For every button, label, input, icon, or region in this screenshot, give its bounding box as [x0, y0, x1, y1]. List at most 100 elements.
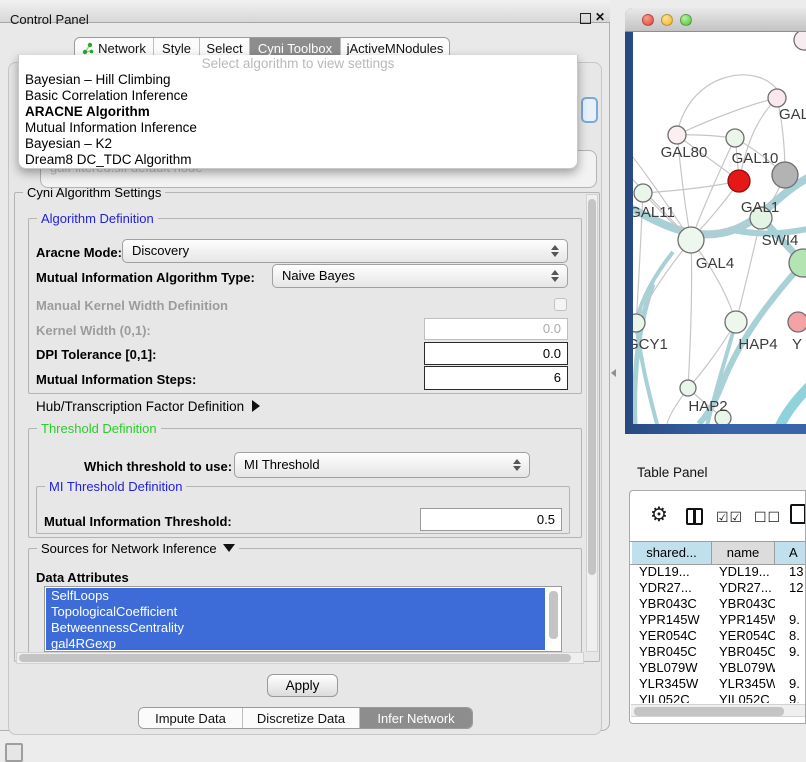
control-panel-title: Control Panel	[10, 11, 89, 28]
attribute-item[interactable]: SelfLoops	[46, 588, 545, 604]
bottom-tabbar: Impute Data Discretize Data Infer Networ…	[138, 707, 473, 729]
minimize-traffic-light[interactable]	[661, 14, 673, 26]
table-row[interactable]: YPR145WYPR145W9.	[632, 612, 806, 628]
mi-steps-field[interactable]: 6	[424, 366, 568, 390]
data-attributes-label: Data Attributes	[36, 570, 129, 585]
column-header-name[interactable]: name	[712, 542, 775, 564]
close-icon[interactable]: ✕	[595, 10, 605, 24]
expander-down-icon	[223, 544, 235, 552]
tab-infer-network[interactable]: Infer Network	[360, 708, 472, 728]
settings-vertical-scrollbar[interactable]	[586, 194, 598, 652]
algorithm-option[interactable]: Dream8 DC_TDC Algorithm	[19, 152, 577, 168]
table-horizontal-scrollbar[interactable]	[631, 704, 806, 717]
node-gal4[interactable]	[678, 227, 704, 253]
focused-stepper-fragment[interactable]	[581, 97, 598, 123]
column-header-partial[interactable]: A	[775, 542, 806, 564]
node-gal1-red[interactable]	[728, 170, 750, 192]
algorithm-option-aracne[interactable]: ARACNE Algorithm	[19, 104, 577, 120]
label-gal80: GAL80	[661, 144, 708, 161]
network-graph: GAL GAL80 GAL10 GAL1 GAL11 SWI4 GAL4 GCY…	[633, 32, 806, 424]
table-panel-title: Table Panel	[637, 465, 708, 480]
mi-threshold-field[interactable]: 0.5	[420, 508, 562, 531]
label-gal10: GAL10	[732, 150, 779, 167]
popup-placeholder: Select algorithm to view settings	[19, 55, 577, 72]
node-partial-top[interactable]	[794, 32, 806, 50]
list-scrollbar-thumb[interactable]	[549, 591, 558, 639]
label-hap2: HAP2	[688, 398, 727, 415]
kernel-width-label: Kernel Width (0,1):	[36, 323, 151, 338]
page-icon[interactable]	[790, 504, 806, 524]
table-row[interactable]: YBR045CYBR045C9.	[632, 644, 806, 660]
control-panel-titlebar[interactable]	[0, 0, 610, 23]
table-header: shared... name A	[630, 541, 806, 565]
tab-impute-data[interactable]: Impute Data	[139, 708, 243, 728]
node-gal11[interactable]	[634, 184, 652, 202]
desktop: { "colors": { "accent_blue": "#2121DE", …	[0, 0, 806, 762]
hub-expander[interactable]: Hub/Transcription Factor Definition	[36, 399, 260, 414]
gear-icon[interactable]: ⚙	[650, 505, 668, 525]
minimized-panel-icon[interactable]	[5, 743, 23, 762]
node-gal80[interactable]	[668, 126, 686, 144]
which-threshold-combo[interactable]: MI Threshold	[234, 452, 530, 478]
column-header-shared[interactable]: shared...	[632, 542, 712, 564]
node-pink-right[interactable]	[788, 312, 806, 332]
table-panel: ⚙ ☑☑ ☐☐ shared... name A YDL19...YDL19..…	[629, 490, 806, 724]
mi-steps-label: Mutual Information Steps:	[36, 372, 196, 387]
dpi-tolerance-label: DPI Tolerance [0,1]:	[36, 347, 156, 362]
group-title: Threshold Definition	[37, 421, 161, 436]
table-scrollbar-thumb[interactable]	[634, 707, 784, 716]
table-row[interactable]: YER054CYER054C8.	[632, 628, 806, 644]
table-row[interactable]: YBR043CYBR043C	[632, 596, 806, 612]
label-swi4: SWI4	[762, 232, 799, 249]
node-hap4[interactable]	[725, 311, 747, 333]
attribute-item[interactable]: gal4RGexp	[46, 636, 545, 652]
sources-title[interactable]: Sources for Network Inference	[37, 541, 239, 556]
group-title: Algorithm Definition	[37, 211, 158, 226]
table-row-partial[interactable]: YIL052CYIL052C9.	[632, 692, 806, 703]
manual-kernel-checkbox[interactable]	[554, 298, 567, 311]
which-threshold-label: Which threshold to use:	[84, 459, 232, 474]
node-gal10[interactable]	[726, 129, 744, 147]
mi-type-value: Naive Bayes	[282, 265, 355, 287]
settings-horizontal-scrollbar[interactable]	[16, 652, 584, 664]
zoom-traffic-light[interactable]	[680, 14, 692, 26]
data-attributes-list[interactable]: SelfLoops TopologicalCoefficient Between…	[44, 586, 562, 652]
manual-kernel-label: Manual Kernel Width Definition	[36, 298, 228, 313]
vertical-scrollbar-thumb[interactable]	[588, 199, 596, 575]
kernel-width-field[interactable]: 0.0	[424, 318, 568, 340]
aracne-mode-combo[interactable]: Discovery	[122, 239, 568, 263]
network-canvas[interactable]: GAL GAL80 GAL10 GAL1 GAL11 SWI4 GAL4 GCY…	[633, 32, 806, 424]
apply-button[interactable]: Apply	[267, 674, 338, 697]
expander-right-icon	[252, 400, 260, 412]
node-gal-top[interactable]	[768, 89, 786, 107]
float-window-icon[interactable]	[580, 13, 591, 24]
aracne-mode-label: Aracne Mode:	[36, 245, 122, 260]
table-row[interactable]: YDL19...YDL19...13	[632, 564, 806, 580]
attribute-item[interactable]: BetweennessCentrality	[46, 620, 545, 636]
algorithm-option[interactable]: Mutual Information Inference	[19, 120, 577, 136]
stepper-icon	[551, 244, 559, 258]
unchecked-checkboxes-icon[interactable]: ☐☐	[754, 509, 781, 526]
attribute-item[interactable]: TopologicalCoefficient	[46, 604, 545, 620]
horizontal-scrollbar-thumb[interactable]	[19, 654, 571, 662]
dpi-tolerance-field[interactable]: 0.0	[424, 342, 568, 365]
panel-divider-handle[interactable]	[611, 369, 616, 377]
columns-icon[interactable]	[686, 508, 703, 525]
label-gal-top: GAL	[779, 106, 806, 123]
node-hap2[interactable]	[680, 380, 696, 396]
which-threshold-value: MI Threshold	[244, 453, 320, 477]
close-traffic-light[interactable]	[642, 14, 654, 26]
tab-discretize-data[interactable]: Discretize Data	[243, 708, 360, 728]
algorithm-option[interactable]: Bayesian – Hill Climbing	[19, 72, 577, 88]
table-row[interactable]: YBL079WYBL079W	[632, 660, 806, 676]
node-gcy1[interactable]	[633, 314, 645, 332]
algorithm-dropdown-popup: Select algorithm to view settings Bayesi…	[18, 55, 578, 169]
checked-checkboxes-icon[interactable]: ☑☑	[716, 509, 743, 526]
table-row[interactable]: YLR345WYLR345W9.	[632, 676, 806, 692]
mi-type-combo[interactable]: Naive Bayes	[272, 264, 568, 288]
algorithm-option[interactable]: Basic Correlation Inference	[19, 88, 577, 104]
aracne-mode-value: Discovery	[132, 240, 189, 262]
algorithm-option[interactable]: Bayesian – K2	[19, 136, 577, 152]
table-row[interactable]: YDR27...YDR27...12	[632, 580, 806, 596]
network-window-titlebar[interactable]	[625, 8, 806, 32]
